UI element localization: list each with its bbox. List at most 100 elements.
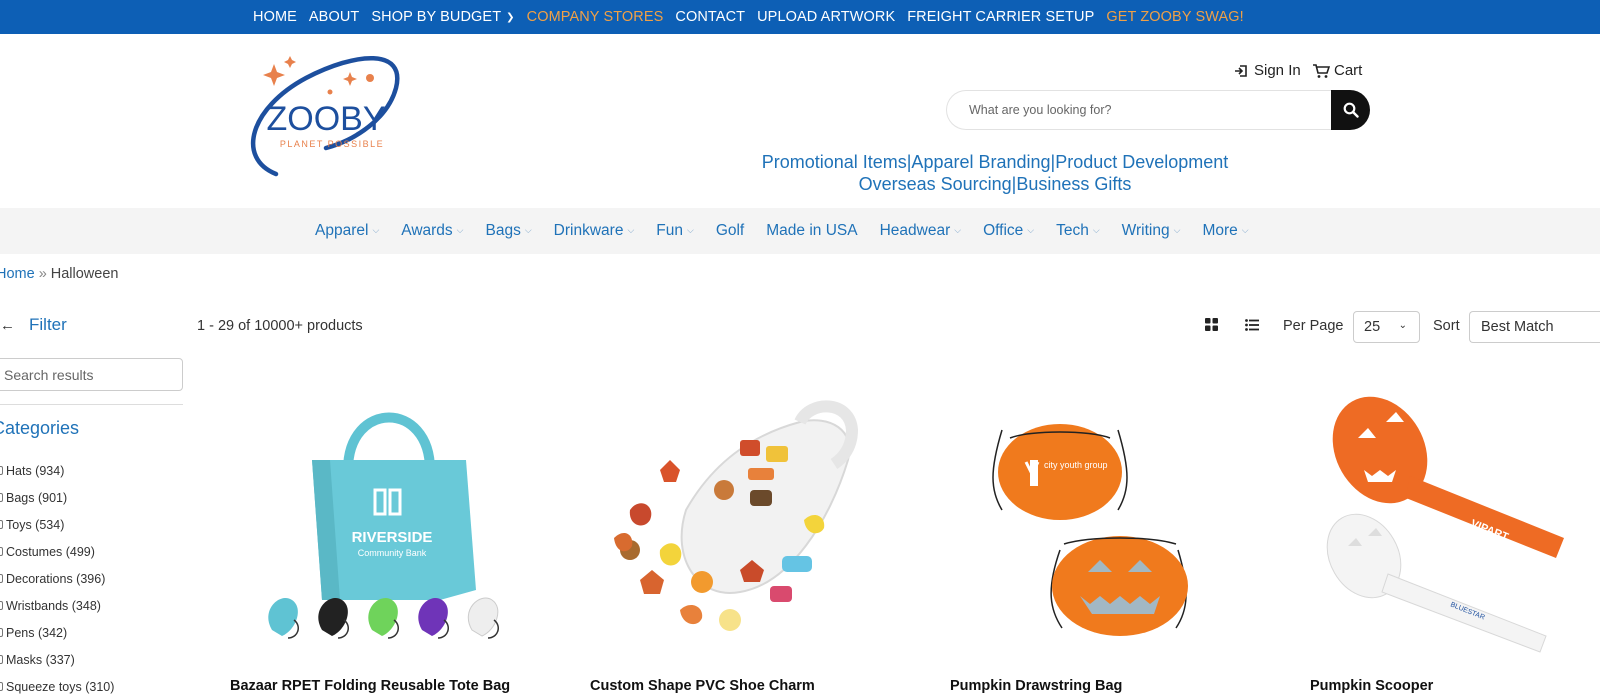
cart-label: Cart [1334,62,1363,79]
filter-toggle[interactable]: ← Filter [0,315,67,335]
sort-label: Sort [1433,318,1460,334]
breadcrumb-home[interactable]: Home [0,266,35,282]
site-search [946,90,1370,130]
chevron-down-icon: ⌵ [1092,225,1100,235]
top-nav-upload-artwork[interactable]: UPLOAD ARTWORK [757,9,895,25]
zooby-logo[interactable]: ZOOBY PLANET POSSIBLE [246,48,406,184]
product-name[interactable]: Custom Shape PVC Shoe Charm [590,678,815,694]
sort-select[interactable]: Best Match [1469,311,1600,343]
checkbox[interactable] [0,655,3,664]
tote-print-text: RIVERSIDE [352,529,433,546]
category-filter-item[interactable]: Toys (534) [0,511,114,538]
product-card[interactable]: city youth group Pumpkin Drawstring Bag [950,360,1270,696]
catnav-awards[interactable]: Awards ⌵ [401,222,463,240]
services-tagline-line1: Promotional Items|Apparel Branding|Produ… [761,152,1229,172]
product-image-tote-bag[interactable]: RIVERSIDE Community Bank [230,360,550,660]
category-filter-item[interactable]: Decorations (396) [0,565,114,592]
category-filter-item[interactable]: Pens (342) [0,619,114,646]
catnav-made-in-usa[interactable]: Made in USA [766,222,857,240]
sidebar-divider [0,404,183,405]
top-nav-contact[interactable]: CONTACT [675,9,745,25]
category-filter-list: Hats (934) Bags (901) Toys (534) Costume… [0,457,114,700]
product-name[interactable]: Pumpkin Scooper [1310,678,1433,694]
filter-label: Filter [29,315,67,334]
chevron-down-icon: ⌵ [372,225,380,235]
checkbox[interactable] [0,547,3,556]
product-image-drawstring-bag[interactable]: city youth group [950,360,1270,660]
chevron-down-icon: ⌵ [1241,225,1249,235]
checkbox[interactable] [0,628,3,637]
top-nav-about[interactable]: ABOUT [309,9,359,25]
catnav-fun[interactable]: Fun ⌵ [656,222,694,240]
chevron-down-icon: ⌵ [954,225,962,235]
results-count: 1 - 29 of 10000+ products [197,318,363,334]
product-card[interactable]: Custom Shape PVC Shoe Charm [590,360,910,696]
top-nav: HOME ABOUT SHOP BY BUDGET ❯ COMPANY STORE… [253,0,1256,34]
catnav-office[interactable]: Office ⌵ [983,222,1034,240]
checkbox[interactable] [0,493,3,502]
sign-in-link[interactable]: Sign In [1234,62,1301,79]
checkbox[interactable] [0,601,3,610]
breadcrumb-separator: » [38,266,47,282]
per-page-label: Per Page [1283,318,1344,334]
per-page-select[interactable]: 25 ⌄ [1353,311,1420,343]
checkbox[interactable] [0,520,3,529]
product-name[interactable]: Bazaar RPET Folding Reusable Tote Bag [230,678,510,694]
category-filter-item[interactable]: Wristbands (348) [0,592,114,619]
category-filter-item[interactable]: Masks (337) [0,646,114,673]
search-icon [1343,102,1359,118]
checkbox[interactable] [0,574,3,583]
catnav-more[interactable]: More ⌵ [1202,222,1248,240]
product-name[interactable]: Pumpkin Drawstring Bag [950,678,1122,694]
chevron-down-icon: ⌵ [627,225,635,235]
checkbox[interactable] [0,682,3,691]
top-nav-shop-by-budget[interactable]: SHOP BY BUDGET ❯ [371,9,514,25]
chevron-down-icon: ⌵ [1027,225,1035,235]
top-nav-company-stores[interactable]: COMPANY STORES [527,9,664,25]
top-utility-bar: HOME ABOUT SHOP BY BUDGET ❯ COMPANY STORE… [0,0,1600,34]
product-image-shoe-charm[interactable] [590,360,910,660]
grid-view-icon[interactable] [1205,318,1218,336]
services-tagline-line2: Overseas Sourcing|Business Gifts [858,174,1132,194]
chevron-down-icon: ⌵ [1173,225,1181,235]
top-nav-freight-carrier-setup[interactable]: FREIGHT CARRIER SETUP [907,9,1094,25]
product-card[interactable]: VIPART BLUESTAR Pumpkin Scooper [1310,360,1600,696]
cart-link[interactable]: Cart [1312,62,1362,79]
categories-heading[interactable]: Categories [0,418,79,439]
category-filter-item[interactable]: Hats (934) [0,457,114,484]
chevron-down-icon: ⌵ [686,225,694,235]
top-nav-home[interactable]: HOME [253,9,297,25]
cart-icon [1313,63,1330,78]
sign-in-icon [1235,64,1247,77]
chevron-down-icon: ⌄ [1398,320,1407,331]
sign-in-label: Sign In [1254,62,1301,79]
catnav-writing[interactable]: Writing ⌵ [1122,222,1181,240]
product-card[interactable]: RIVERSIDE Community Bank Bazaar RPET Fol… [230,360,550,696]
catnav-tech[interactable]: Tech ⌵ [1056,222,1100,240]
breadcrumb: Home» Halloween [0,266,118,282]
breadcrumb-current: Halloween [50,266,119,282]
top-nav-get-zooby-swag[interactable]: GET ZOOBY SWAG! [1106,9,1243,25]
list-view-icon[interactable] [1245,318,1259,336]
checkbox[interactable] [0,466,3,475]
logo-wordmark: ZOOBY [266,100,385,138]
arrow-left-icon: ← [0,316,15,334]
catnav-bags[interactable]: Bags ⌵ [486,222,532,240]
catnav-apparel[interactable]: Apparel ⌵ [315,222,379,240]
category-filter-item[interactable]: Bags (901) [0,484,114,511]
tote-print-subtext: Community Bank [358,548,427,558]
chevron-down-icon: ❯ [506,12,515,23]
product-image-pumpkin-scooper[interactable]: VIPART BLUESTAR [1310,360,1600,660]
logo-tagline: PLANET POSSIBLE [280,139,384,149]
search-button[interactable] [1331,90,1370,130]
catnav-drinkware[interactable]: Drinkware ⌵ [554,222,635,240]
catnav-headwear[interactable]: Headwear ⌵ [880,222,961,240]
catnav-golf[interactable]: Golf [716,222,744,240]
category-nav: Apparel ⌵ Awards ⌵ Bags ⌵ Drinkware ⌵ Fun ⌵ G… [0,208,1600,254]
chevron-down-icon: ⌵ [524,225,532,235]
search-results-input[interactable] [0,358,183,391]
site-search-input[interactable] [946,90,1332,130]
category-filter-item[interactable]: Costumes (499) [0,538,114,565]
bag-print-text: city youth group [1044,460,1108,470]
chevron-down-icon: ⌵ [456,225,464,235]
